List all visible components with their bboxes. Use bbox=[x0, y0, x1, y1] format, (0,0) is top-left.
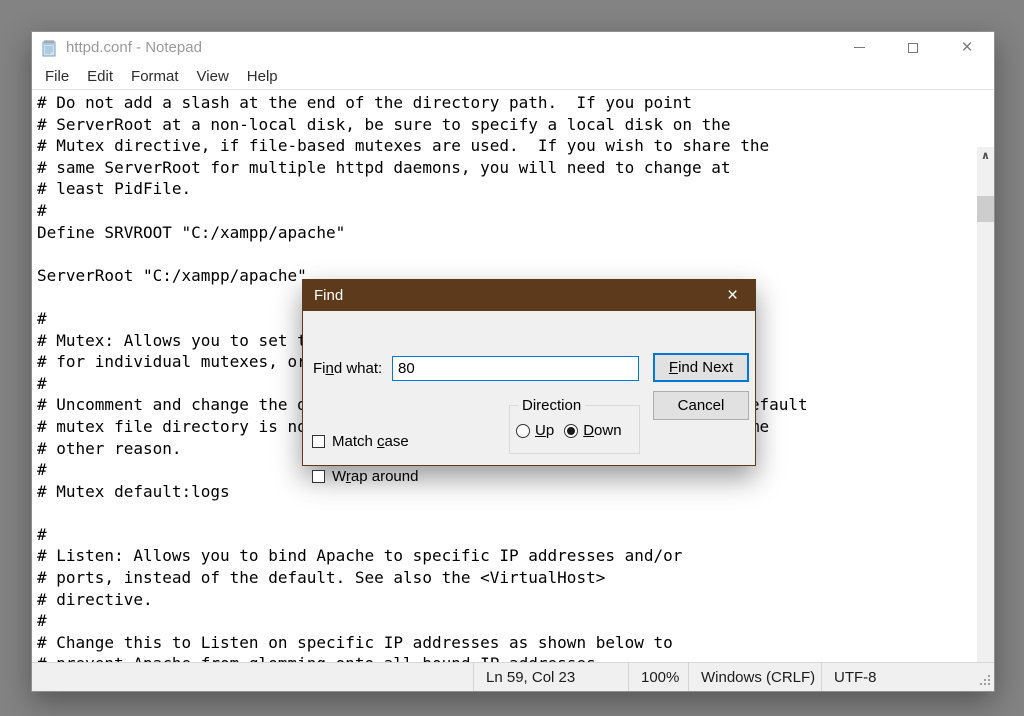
direction-group-label: Direction bbox=[518, 397, 585, 414]
vertical-scrollbar[interactable]: ∧ ∨ bbox=[977, 147, 994, 664]
code-line: # bbox=[37, 524, 982, 546]
find-what-label: Find what: bbox=[313, 360, 382, 377]
match-case-label[interactable]: Match case bbox=[332, 433, 409, 450]
code-line: # bbox=[37, 610, 982, 632]
code-line: # same ServerRoot for multiple httpd dae… bbox=[37, 157, 982, 179]
minimize-button[interactable] bbox=[832, 32, 886, 63]
desktop: httpd.conf - Notepad × File Edit Format … bbox=[0, 0, 1024, 716]
status-bar: Ln 59, Col 23 100% Windows (CRLF) UTF-8 bbox=[32, 662, 994, 691]
code-line: # directive. bbox=[37, 589, 982, 611]
menu-format[interactable]: Format bbox=[122, 66, 188, 87]
wrap-around-label[interactable]: Wrap around bbox=[332, 468, 418, 485]
status-line-ending: Windows (CRLF) bbox=[688, 663, 821, 691]
find-dialog-title-bar[interactable]: Find × bbox=[303, 280, 755, 311]
menu-help[interactable]: Help bbox=[238, 66, 287, 87]
resize-grip-icon[interactable] bbox=[978, 675, 990, 687]
code-line: # Mutex directive, if file-based mutexes… bbox=[37, 135, 982, 157]
code-line: # ports, instead of the default. See als… bbox=[37, 567, 982, 589]
status-cursor-position: Ln 59, Col 23 bbox=[473, 663, 628, 691]
menu-file[interactable]: File bbox=[36, 66, 78, 87]
code-line: # Do not add a slash at the end of the d… bbox=[37, 92, 982, 114]
find-what-input[interactable] bbox=[392, 356, 639, 381]
find-dialog: Find × Find what: Find Next Cancel Direc… bbox=[302, 279, 756, 466]
code-line bbox=[37, 502, 982, 524]
direction-down-label[interactable]: Down bbox=[583, 422, 621, 439]
status-spacer bbox=[32, 663, 473, 691]
direction-group: Direction Up Down bbox=[509, 405, 640, 454]
code-line: Define SRVROOT "C:/xampp/apache" bbox=[37, 222, 982, 244]
status-encoding-label: UTF-8 bbox=[834, 669, 877, 686]
cancel-button[interactable]: Cancel bbox=[653, 391, 749, 420]
direction-up-radio[interactable] bbox=[516, 424, 530, 438]
maximize-button[interactable] bbox=[886, 32, 940, 63]
direction-down-radio[interactable] bbox=[564, 424, 578, 438]
close-button[interactable]: × bbox=[940, 32, 994, 63]
scrollbar-thumb[interactable] bbox=[977, 196, 994, 222]
wrap-around-checkbox[interactable] bbox=[312, 470, 325, 483]
menu-edit[interactable]: Edit bbox=[78, 66, 122, 87]
title-bar[interactable]: httpd.conf - Notepad × bbox=[32, 32, 994, 63]
code-line: # Listen: Allows you to bind Apache to s… bbox=[37, 545, 982, 567]
direction-up-label[interactable]: Up bbox=[535, 422, 554, 439]
match-case-checkbox[interactable] bbox=[312, 435, 325, 448]
code-line: # Change this to Listen on specific IP a… bbox=[37, 632, 982, 654]
code-line: # Mutex default:logs bbox=[37, 481, 982, 503]
code-line: # ServerRoot at a non-local disk, be sur… bbox=[37, 114, 982, 136]
window-title: httpd.conf - Notepad bbox=[66, 39, 202, 56]
status-encoding: UTF-8 bbox=[821, 663, 994, 691]
menu-bar: File Edit Format View Help bbox=[32, 63, 994, 89]
status-zoom-level: 100% bbox=[628, 663, 688, 691]
notepad-icon bbox=[40, 38, 59, 57]
menu-view[interactable]: View bbox=[188, 66, 238, 87]
code-line bbox=[37, 243, 982, 265]
find-next-button[interactable]: Find Next bbox=[653, 353, 749, 382]
scroll-up-icon[interactable]: ∧ bbox=[977, 147, 994, 164]
find-dialog-title: Find bbox=[314, 287, 343, 304]
find-dialog-close-icon[interactable]: × bbox=[710, 280, 755, 311]
code-line: # least PidFile. bbox=[37, 178, 982, 200]
code-line: # bbox=[37, 200, 982, 222]
